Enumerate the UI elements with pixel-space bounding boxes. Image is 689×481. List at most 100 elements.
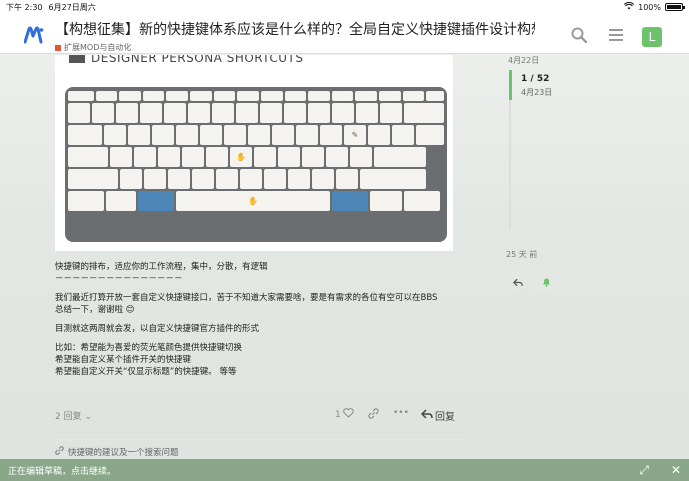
image-caption: DESIGNER PERSONA SHORTCUTS — [69, 55, 304, 65]
key — [320, 125, 342, 145]
replies-count: 2 回复 — [55, 412, 82, 422]
menu-icon[interactable] — [608, 27, 624, 43]
key — [326, 147, 348, 167]
close-icon[interactable]: ✕ — [671, 463, 681, 478]
key — [120, 169, 142, 189]
related-topic-link[interactable]: 快捷键的建议及一个搜索问题 — [55, 446, 179, 458]
timeline-start-date[interactable]: 4月22日 — [508, 55, 539, 66]
user-avatar[interactable]: L — [642, 27, 662, 47]
draft-banner-text: 正在编辑草稿，点击继续。 — [8, 466, 117, 477]
battery-percent: 100% — [638, 2, 661, 12]
status-time: 下午 2:30 — [6, 2, 43, 12]
key — [248, 125, 270, 145]
keyboard-row-numbers — [68, 103, 444, 123]
key — [254, 147, 276, 167]
key — [370, 191, 402, 211]
key — [237, 91, 259, 101]
key — [106, 191, 136, 211]
key — [240, 169, 262, 189]
key — [236, 103, 258, 123]
keyboard-row-bottom-letters — [68, 169, 444, 189]
post-paragraph: 我们最近打算开放一套自定义快捷键接口，苦于不知道大家需要啥，要是有需求的各位有空… — [55, 292, 465, 316]
chevron-down-icon: ⌄ — [84, 412, 93, 422]
link-icon — [55, 446, 64, 458]
reply-arrow-icon — [512, 272, 523, 291]
key — [206, 147, 228, 167]
timeline-position-date: 4月23日 — [521, 88, 553, 97]
bell-icon — [542, 272, 551, 291]
post-line: 希望能自定义某个插件开关的快捷键 — [55, 355, 192, 365]
key — [404, 191, 440, 211]
key — [95, 91, 118, 101]
post-actions: 2 回复 ⌄ 1 ••• 回复 — [55, 405, 465, 425]
like-button[interactable]: 1 — [335, 408, 354, 421]
key — [104, 125, 126, 145]
key — [182, 147, 204, 167]
key — [116, 103, 138, 123]
key — [392, 125, 414, 145]
key — [119, 91, 141, 101]
key — [264, 169, 286, 189]
key — [68, 169, 118, 189]
post-paragraph: 目测就这两周就会发，以自定义快捷键官方插件的形式 — [55, 323, 465, 335]
key — [402, 91, 425, 101]
key — [296, 125, 318, 145]
image-caption-text: DESIGNER PERSONA SHORTCUTS — [91, 55, 304, 65]
keyboard-illustration: ✎ ✋ ✋ — [65, 87, 447, 242]
key — [168, 169, 190, 189]
key — [190, 91, 212, 101]
link-icon[interactable] — [368, 408, 379, 419]
key — [68, 147, 108, 167]
post-line: 总结一下，谢谢啦 😊 — [55, 305, 135, 315]
key: ✎ — [344, 125, 366, 145]
key: ✋ — [230, 147, 252, 167]
hand-icon: ✋ — [236, 152, 246, 162]
post-image[interactable]: DESIGNER PERSONA SHORTCUTS ✎ ✋ ✋ — [55, 55, 453, 251]
brush-icon: ✎ — [351, 130, 359, 140]
reply-label: 回复 — [435, 412, 455, 423]
category-badge[interactable]: 扩展MOD与自动化 — [55, 42, 535, 53]
key — [331, 91, 354, 101]
key — [68, 191, 104, 211]
key — [260, 91, 283, 101]
timeline-position: 1 / 52 — [521, 74, 550, 84]
key — [426, 91, 444, 101]
key — [158, 147, 180, 167]
post-line: 我们最近打算开放一套自定义快捷键接口，苦于不知道大家需要啥，要是有需求的各位有空… — [55, 293, 438, 303]
timeline-notification-button[interactable] — [536, 272, 556, 290]
key — [380, 103, 402, 123]
post-body: 快捷键的排布，适应你的工作流程，集中，分散，有逻辑 －－－－－－－－－－－－－－… — [55, 261, 465, 385]
site-logo-icon[interactable] — [23, 26, 44, 44]
more-options-icon[interactable]: ••• — [393, 408, 409, 418]
post-paragraph: 快捷键的排布，适应你的工作流程，集中，分散，有逻辑 －－－－－－－－－－－－－－… — [55, 261, 465, 285]
key — [302, 147, 324, 167]
key — [188, 103, 210, 123]
timeline-end-date[interactable]: 25 天 前 — [506, 249, 537, 260]
key — [308, 103, 330, 123]
topic-header: 【构想征集】新的快捷键体系应该是什么样的？全局自定义快捷键插件设计构想 扩展MO… — [0, 14, 689, 54]
timeline-handle[interactable] — [509, 70, 512, 100]
key — [200, 125, 222, 145]
timeline-reply-button[interactable] — [508, 272, 528, 290]
key — [192, 169, 214, 189]
key — [224, 125, 246, 145]
topic-title[interactable]: 【构想征集】新的快捷键体系应该是什么样的？全局自定义快捷键插件设计构想 — [55, 19, 535, 39]
draft-banner[interactable]: 正在编辑草稿，点击继续。 ⤢ ✕ — [0, 459, 689, 481]
key — [355, 91, 378, 101]
reply-button[interactable]: 回复 — [420, 408, 455, 423]
key — [332, 191, 368, 211]
reply-arrow-icon — [420, 409, 433, 422]
replies-toggle[interactable]: 2 回复 ⌄ — [55, 409, 92, 422]
post-line: 比如：希望能为喜爱的荧光笔颜色提供快捷键切换 — [55, 343, 243, 353]
expand-icon[interactable]: ⤢ — [639, 463, 649, 478]
key — [368, 125, 390, 145]
heart-icon — [342, 408, 354, 421]
key — [312, 169, 334, 189]
key — [284, 91, 307, 101]
post-paragraph: 比如：希望能为喜爱的荧光笔颜色提供快捷键切换 希望能自定义某个插件开关的快捷键 … — [55, 342, 465, 378]
status-date: 6月27日周六 — [48, 2, 96, 12]
key — [128, 125, 150, 145]
search-icon[interactable] — [571, 27, 588, 44]
key — [68, 103, 90, 123]
key — [176, 125, 198, 145]
